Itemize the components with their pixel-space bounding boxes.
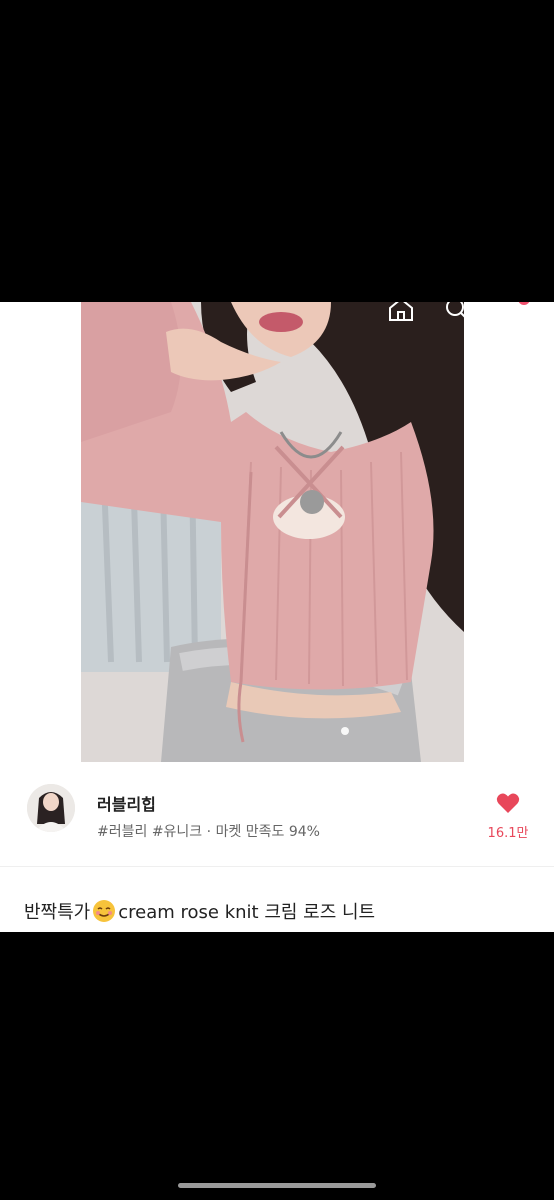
product-title: 반짝특가 cream rose knit 크림 로즈 니트 (24, 898, 375, 924)
seller-section[interactable]: 러블리힙 #러블리 #유니크 · 마켓 만족도 94% 16.1만 (0, 772, 554, 867)
top-navigation (0, 302, 554, 324)
smiling-face-emoji-icon (92, 899, 116, 923)
product-photo-illustration (81, 302, 464, 762)
product-image-carousel[interactable] (0, 302, 554, 772)
back-arrow-icon[interactable] (28, 302, 52, 324)
product-photo (81, 302, 464, 762)
heart-icon (496, 793, 520, 818)
product-screen: 러블리힙 #러블리 #유니크 · 마켓 만족도 94% 16.1만 반짝특가 cr… (0, 302, 554, 932)
home-icon[interactable] (387, 302, 415, 326)
title-prefix: 반짝특가 (24, 902, 91, 923)
seller-avatar[interactable] (27, 784, 75, 832)
search-icon[interactable] (444, 302, 470, 326)
home-indicator[interactable] (178, 1183, 376, 1188)
market-satisfaction: 마켓 만족도 94% (215, 824, 320, 840)
like-button[interactable]: 16.1만 (484, 792, 532, 841)
cart-icon[interactable] (503, 302, 535, 328)
meta-separator: · (206, 824, 212, 840)
seller-name[interactable]: 러블리힙 (97, 791, 156, 815)
seller-tags[interactable]: #러블리 #유니크 (97, 824, 202, 840)
title-suffix: cream rose knit 크림 로즈 니트 (118, 902, 376, 923)
carousel-indicator (341, 727, 349, 735)
seller-meta: #러블리 #유니크 · 마켓 만족도 94% (97, 821, 320, 841)
like-count: 16.1만 (487, 826, 529, 841)
